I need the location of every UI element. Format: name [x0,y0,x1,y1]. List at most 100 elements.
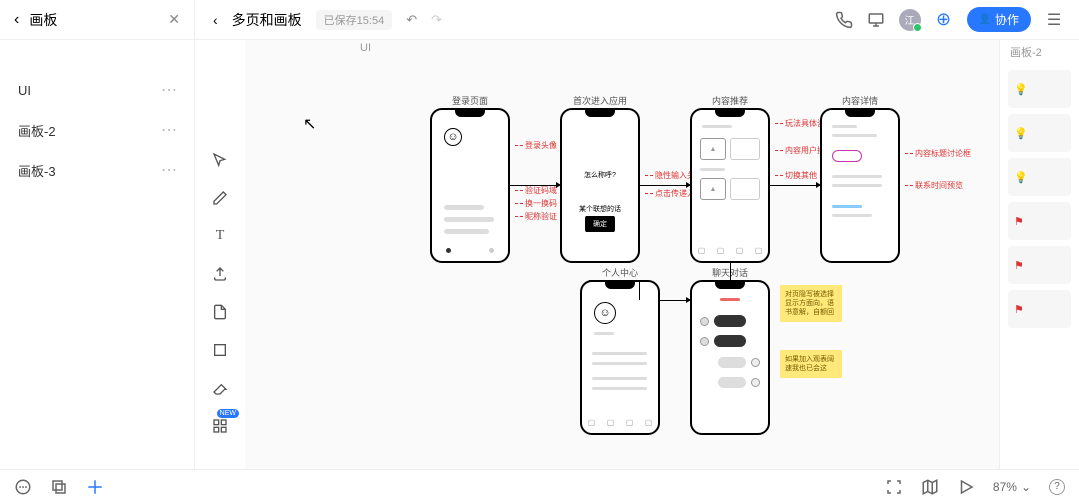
canvas-frame-label: UI [360,42,371,54]
sticky-note[interactable]: 如果加入观表阔速我也已会这 [780,350,842,378]
annotation: 换一换码 [515,198,557,209]
panel-row[interactable]: ⚑ [1008,290,1071,328]
bubble [718,357,746,368]
bubble [714,315,746,327]
phone-mockup-login[interactable]: 登录页面 ☺ [430,108,510,263]
text-tool[interactable]: T [210,226,230,246]
doc-back-icon[interactable]: ‹ [213,12,218,28]
line-placeholder [700,168,725,171]
help-icon[interactable]: ? [1049,479,1065,495]
avatar-placeholder: ☺ [444,128,462,146]
phone-title: 登录页面 [452,94,488,107]
line-placeholder [832,205,862,208]
prompt-text: 怎么称呼? [584,170,616,180]
bubble [718,377,746,388]
bulb-icon: 💡 [1014,127,1028,140]
panel-row[interactable]: 💡 [1008,114,1071,152]
redo-button[interactable]: ↷ [431,12,442,28]
collab-label: 协作 [995,11,1019,28]
phone-mockup-first[interactable]: 首次进入应用 怎么称呼? 某个联想的话 确定 [560,108,640,263]
sticky-note[interactable]: 对页隐写被选择显示方面向，语书意解，自额回 [780,285,842,322]
flag-icon: ⚑ [1014,259,1024,272]
avatar[interactable]: 江 [899,9,921,31]
more-icon[interactable]: ⋯ [161,80,176,100]
phone-mockup-detail[interactable]: 内容详情 [820,108,900,263]
line-placeholder [832,184,882,187]
right-panel: 画板-2 💡 💡 💡 ⚑ ⚑ ⚑ [999,40,1079,469]
sidebar-item-artboard3[interactable]: 画板-3⋯ [14,150,180,190]
line-placeholder [444,217,494,222]
sidebar-item-label: UI [18,83,31,98]
layers-icon[interactable] [50,478,68,496]
line-placeholder [832,175,882,178]
phone-mockup-profile[interactable]: 个人中心 ☺ ▢▢▢▢ [580,280,660,435]
text-placeholder [730,178,760,200]
line-placeholder [702,125,732,128]
phone-title: 首次进入应用 [573,94,627,107]
eraser-tool[interactable] [210,378,230,398]
prompt-text: 某个联想的话 [579,204,621,214]
sidebar: UI ⋯ 画板-2⋯ 画板-3⋯ [0,40,195,469]
panel-row[interactable]: 💡 [1008,158,1071,196]
annotation: 切换其他 [775,170,817,181]
avatar-dot [751,378,760,387]
line-placeholder [444,205,484,210]
flag-icon: ⚑ [1014,215,1024,228]
line-placeholder [832,125,857,128]
upload-tool[interactable] [210,264,230,284]
panel-row[interactable]: ⚑ [1008,246,1071,284]
call-icon[interactable] [835,11,853,29]
phone-mockup-recommend[interactable]: 内容推荐 ▲ ▲ ▢▢▢▢ [690,108,770,263]
cursor-icon: ↖ [303,114,316,134]
flow-arrow [660,300,690,301]
canvas[interactable]: ↖ UI 登录页面 ☺ 登录头像 验证码域 换一换码 昵称验证 首次进入应用 怎… [245,40,1079,469]
menu-icon[interactable]: ☰ [1045,11,1063,29]
flag-icon: ⚑ [1014,303,1024,316]
present-icon[interactable] [867,11,885,29]
phone-mockup-chat[interactable]: 聊天对话 [690,280,770,435]
sidebar-item-ui[interactable]: UI ⋯ [14,70,180,110]
pen-tool[interactable] [210,188,230,208]
page-tool[interactable] [210,302,230,322]
phone-title: 内容推荐 [712,94,748,107]
grid-icon[interactable] [86,478,104,496]
zoom-level[interactable]: 87%⌄ [993,480,1031,494]
undo-button[interactable]: ↶ [406,12,417,28]
doc-title: 多页和画板 [232,10,302,30]
chevron-down-icon: ⌄ [1021,480,1031,494]
tabbar: ▢▢▢▢ [692,246,768,255]
tag-placeholder [832,150,862,162]
fit-icon[interactable] [885,478,903,496]
dot-placeholder [446,248,451,253]
line-placeholder [594,332,614,335]
more-icon[interactable]: ⋯ [161,120,176,140]
collab-button[interactable]: 👤协作 [967,7,1031,32]
annotation: 联系时间预览 [905,180,963,191]
annotation: 昵称验证 [515,211,557,222]
bulb-icon: 💡 [1014,171,1028,184]
flow-arrow [730,263,731,280]
dot-placeholder [489,248,494,253]
back-panel-icon[interactable]: ‹ [14,11,19,29]
line-placeholder [592,352,647,355]
play-icon[interactable] [957,478,975,496]
comment-icon[interactable] [14,478,32,496]
panel-row[interactable]: ⚑ [1008,202,1071,240]
phone-title: 个人中心 [602,266,638,279]
map-icon[interactable] [921,478,939,496]
more-icon[interactable]: ⋯ [161,160,176,180]
flow-arrow [770,185,820,186]
image-placeholder: ▲ [700,138,726,160]
sidebar-item-artboard2[interactable]: 画板-2⋯ [14,110,180,150]
line-placeholder [832,134,877,137]
new-badge: NEW [217,409,239,418]
select-tool[interactable] [210,150,230,170]
panel-row[interactable]: 💡 [1008,70,1071,108]
line-placeholder [832,214,872,217]
phone-title: 内容详情 [842,94,878,107]
annotation: 验证码域 [515,185,557,196]
rect-tool[interactable] [210,340,230,360]
components-tool[interactable]: NEW [210,416,230,436]
more-avatars-icon[interactable]: ⊕ [935,11,953,29]
close-panel-icon[interactable]: ✕ [168,11,180,28]
